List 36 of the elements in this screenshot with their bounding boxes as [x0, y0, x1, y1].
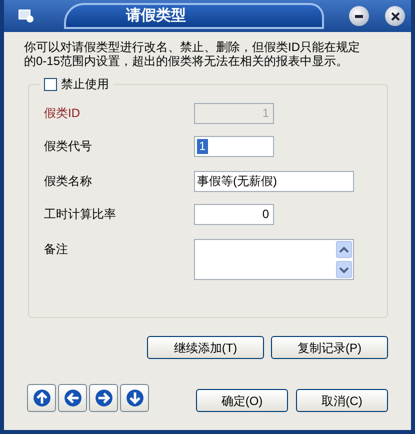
close-icon: [390, 12, 400, 20]
chevron-up-icon: [338, 244, 350, 254]
checkbox-label: 禁止使用: [61, 76, 109, 93]
input-field[interactable]: 事假等(无薪假): [194, 171, 354, 192]
right-arrow-button[interactable]: [89, 384, 118, 412]
field-label: 假类代号: [44, 138, 92, 155]
dialog-button[interactable]: 确定(O): [196, 389, 288, 412]
right-arrow-icon: [94, 389, 112, 407]
field-label: 假类名称: [44, 173, 92, 190]
scroll-up-button[interactable]: [336, 241, 352, 258]
checkbox[interactable]: [44, 78, 57, 90]
memo-field[interactable]: [194, 239, 354, 280]
up-arrow-button[interactable]: [27, 384, 56, 412]
up-arrow-icon: [32, 389, 50, 407]
down-arrow-button[interactable]: [120, 384, 149, 412]
minimize-icon: [355, 14, 363, 18]
field-value: 1: [261, 106, 270, 121]
window-title: 请假类型: [64, 3, 324, 29]
field-label: 备注: [44, 241, 68, 258]
field-label: 假类ID: [44, 105, 80, 122]
down-arrow-icon: [126, 389, 144, 407]
field-value: 1: [197, 139, 208, 154]
input-field[interactable]: 0: [194, 204, 274, 225]
chevron-down-icon: [338, 264, 350, 274]
window-icon: [18, 9, 34, 23]
description-text: 你可以对请假类型进行改名、禁止、删除，但假类ID只能在规定的0-15范围内设置，超出的假类将无法在相关的报表中显示。: [24, 40, 361, 68]
scroll-down-button[interactable]: [336, 261, 352, 278]
input-field[interactable]: 1: [194, 136, 274, 157]
dialog-button[interactable]: 复制记录(P): [271, 336, 388, 359]
field-value: 0: [261, 207, 270, 222]
field-label: 工时计算比率: [44, 206, 116, 223]
dialog-button[interactable]: 继续添加(T): [147, 336, 264, 359]
left-arrow-icon: [64, 389, 82, 407]
left-arrow-button[interactable]: [58, 384, 87, 412]
field-value: 事假等(无薪假): [196, 174, 278, 189]
dialog-button[interactable]: 取消(C): [296, 389, 388, 412]
